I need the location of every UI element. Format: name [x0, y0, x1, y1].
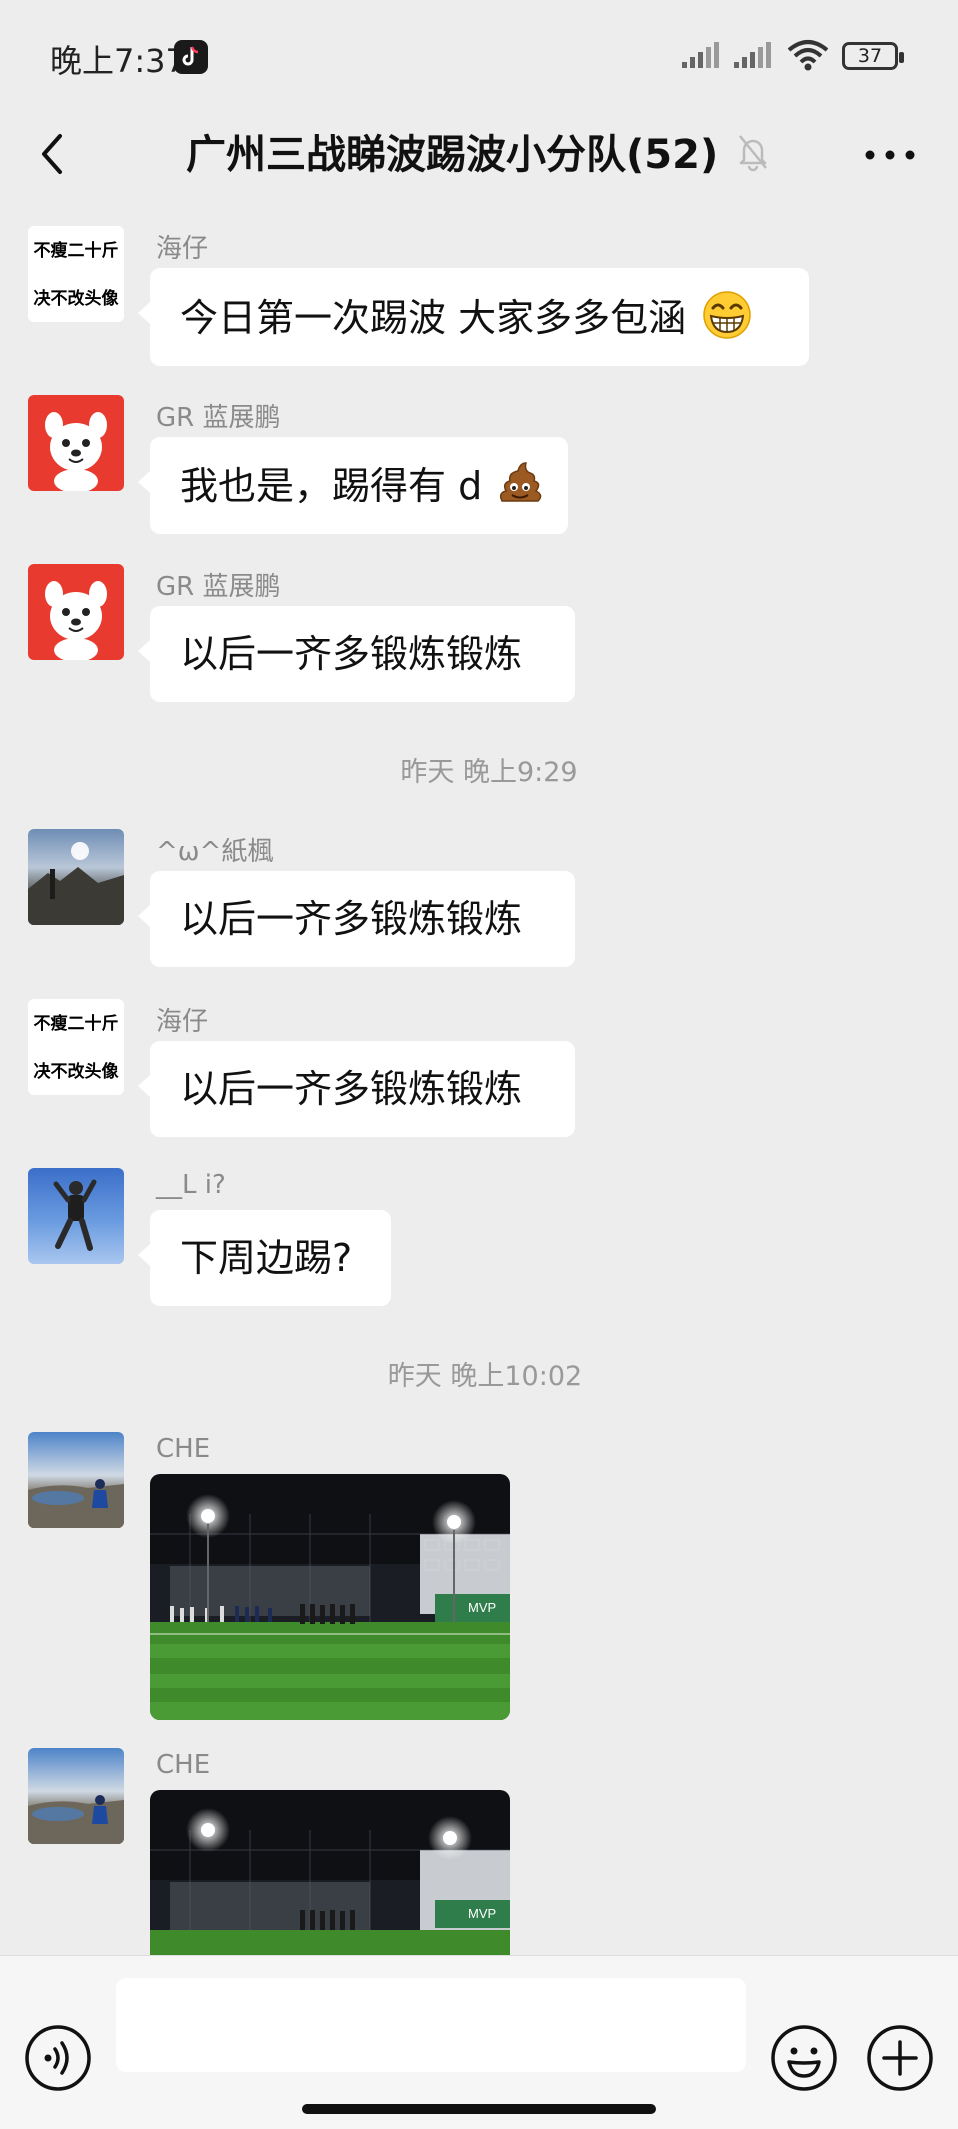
- avatar-text-line-2: 决不改头像: [33, 289, 119, 309]
- person-on-rock-photo-avatar: [28, 1479, 124, 1528]
- avatar[interactable]: 不瘦二十斤 决不改头像: [28, 226, 124, 322]
- landscape-photo-avatar: [28, 842, 124, 925]
- more-options-icon[interactable]: [860, 138, 920, 172]
- back-arrow-icon[interactable]: [30, 126, 80, 182]
- status-time: 晚上7:37: [50, 42, 186, 80]
- status-bar: 晚上7:37 37: [0, 0, 958, 110]
- mute-bell-icon: [739, 135, 767, 172]
- message-text: 下周边踢?: [180, 1236, 353, 1280]
- message-text: 以后一齐多锻炼锻炼: [180, 632, 523, 676]
- avatar[interactable]: [28, 1168, 124, 1264]
- message-text: 今日第一次踢波 大家多多包涵: [180, 296, 687, 340]
- sender-name: CHE: [156, 1750, 211, 1780]
- message-bubble[interactable]: 以后一齐多锻炼锻炼: [138, 1041, 575, 1137]
- sender-name: 海仔: [156, 234, 209, 264]
- avatar[interactable]: [28, 1432, 124, 1528]
- avatar[interactable]: [28, 395, 124, 491]
- signal-strength-icon: [682, 42, 719, 68]
- tiktok-notification-icon: [174, 40, 208, 74]
- image-message[interactable]: MVP: [150, 1790, 510, 1955]
- voice-input-icon[interactable]: [24, 2024, 92, 2092]
- chat-header: 广州三战睇波踢波小分队(52): [0, 110, 958, 200]
- message-bubble[interactable]: 下周边踢?: [138, 1210, 391, 1306]
- message-text-input[interactable]: [116, 1978, 746, 2072]
- message-bubble[interactable]: 今日第一次踢波 大家多多包涵: [138, 268, 809, 366]
- poop-emoji-icon: [500, 462, 542, 502]
- banner-text: MVP: [468, 1600, 496, 1615]
- avatar[interactable]: [28, 1748, 124, 1844]
- avatar[interactable]: [28, 829, 124, 925]
- white-dog-mascot-icon: [45, 412, 107, 491]
- timestamp-separator: 昨天 晚上10:02: [387, 1361, 583, 1392]
- message-input-bar: [0, 1955, 958, 2129]
- image-message[interactable]: MVP: [150, 1474, 510, 1720]
- message-text: 以后一齐多锻炼锻炼: [180, 1067, 523, 1111]
- grinning-emoji-icon: [703, 291, 751, 339]
- sender-name: GR 蓝展鹏: [156, 572, 281, 602]
- home-indicator[interactable]: [302, 2104, 656, 2114]
- message-bubble[interactable]: 以后一齐多锻炼锻炼: [138, 606, 575, 702]
- sender-name: CHE: [156, 1434, 211, 1464]
- message-list[interactable]: 不瘦二十斤 决不改头像 海仔 今日第一次踢波 大家多多包涵 GR 蓝展鹏 我也是…: [0, 200, 958, 1955]
- message-text: 以后一齐多锻炼锻炼: [180, 897, 523, 941]
- avatar[interactable]: 不瘦二十斤 决不改头像: [28, 999, 124, 1095]
- person-jumping-photo-avatar: [53, 1179, 97, 1251]
- person-on-rock-photo-avatar: [28, 1795, 124, 1844]
- football-pitch-night-photo: MVP: [150, 1474, 510, 1720]
- signal-strength-icon-2: [734, 42, 771, 68]
- sender-name: GR 蓝展鹏: [156, 403, 281, 433]
- sender-name: 海仔: [156, 1007, 209, 1037]
- chat-title: 广州三战睇波踢波小分队(52): [186, 132, 719, 178]
- timestamp-separator: 昨天 晚上9:29: [400, 757, 578, 788]
- white-dog-mascot-icon: [45, 581, 107, 660]
- message-bubble[interactable]: 我也是，踢得有 d: [138, 437, 568, 534]
- more-actions-plus-icon[interactable]: [866, 2024, 934, 2092]
- message-bubble[interactable]: 以后一齐多锻炼锻炼: [138, 871, 575, 967]
- avatar-text-line-1: 不瘦二十斤: [33, 241, 119, 261]
- battery-icon: 37: [842, 42, 904, 70]
- sender-name: __L i?: [156, 1170, 226, 1200]
- sender-name: ^ω^紙楓: [156, 837, 274, 867]
- avatar-text-line-2: 决不改头像: [33, 1062, 119, 1082]
- avatar-text-line-1: 不瘦二十斤: [33, 1014, 119, 1034]
- message-text: 我也是，踢得有 d: [180, 464, 483, 508]
- football-pitch-night-photo: MVP: [150, 1790, 510, 1955]
- avatar[interactable]: [28, 564, 124, 660]
- emoji-picker-icon[interactable]: [770, 2024, 838, 2092]
- wifi-icon: [787, 40, 829, 71]
- banner-text: MVP: [468, 1906, 496, 1921]
